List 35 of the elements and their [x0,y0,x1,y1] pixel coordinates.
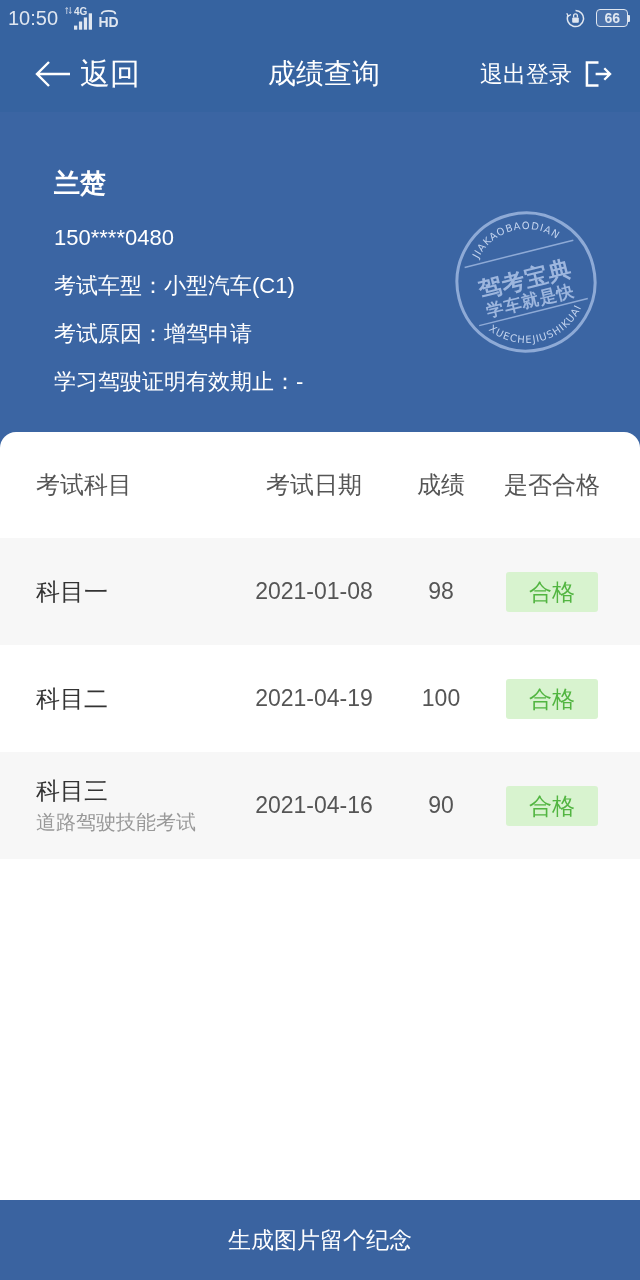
phone-icon [100,9,117,15]
hd-label: HD [98,15,119,29]
exam-date: 2021-04-16 [255,792,373,819]
exam-date: 2021-01-08 [255,578,373,605]
logout-button[interactable]: 退出登录 [480,58,612,90]
back-arrow-icon [35,60,71,88]
result-badge: 合格 [506,785,598,826]
result-badge: 合格 [506,571,598,612]
score: 100 [421,685,461,712]
status-time: 10:50 [8,6,59,30]
subject-note: 道路驾驶技能考试 [36,810,197,835]
score: 98 [428,578,454,605]
subject-name: 科目一 [36,576,109,607]
phone-number: 150****0480 [54,224,175,252]
subject-name: 科目二 [36,683,109,714]
result-badge: 合格 [506,678,598,719]
exit-icon [585,60,612,88]
column-header: 成绩 [417,470,465,500]
exam-date: 2021-04-19 [255,685,373,712]
page-title: 成绩查询 [267,57,380,91]
column-header: 考试科目 [36,470,133,500]
rotation-lock-icon [566,8,586,28]
score: 90 [428,792,454,819]
generate-image-button[interactable]: 生成图片留个纪念 [0,1200,640,1280]
info-line: 学习驾驶证明有效期止：- [54,368,304,396]
info-line: 考试车型：小型汽车(C1) [54,272,296,300]
back-button[interactable]: 返回 [35,53,140,95]
column-header: 是否合格 [504,470,600,500]
subject-name: 科目三 [36,776,109,806]
user-name: 兰楚 [54,167,107,200]
data-arrows-icon [65,6,73,15]
column-header: 考试日期 [266,470,362,500]
battery-indicator: 66 [596,9,630,27]
info-line: 考试原因：增驾申请 [54,320,253,348]
network-type: 4G [74,6,88,17]
